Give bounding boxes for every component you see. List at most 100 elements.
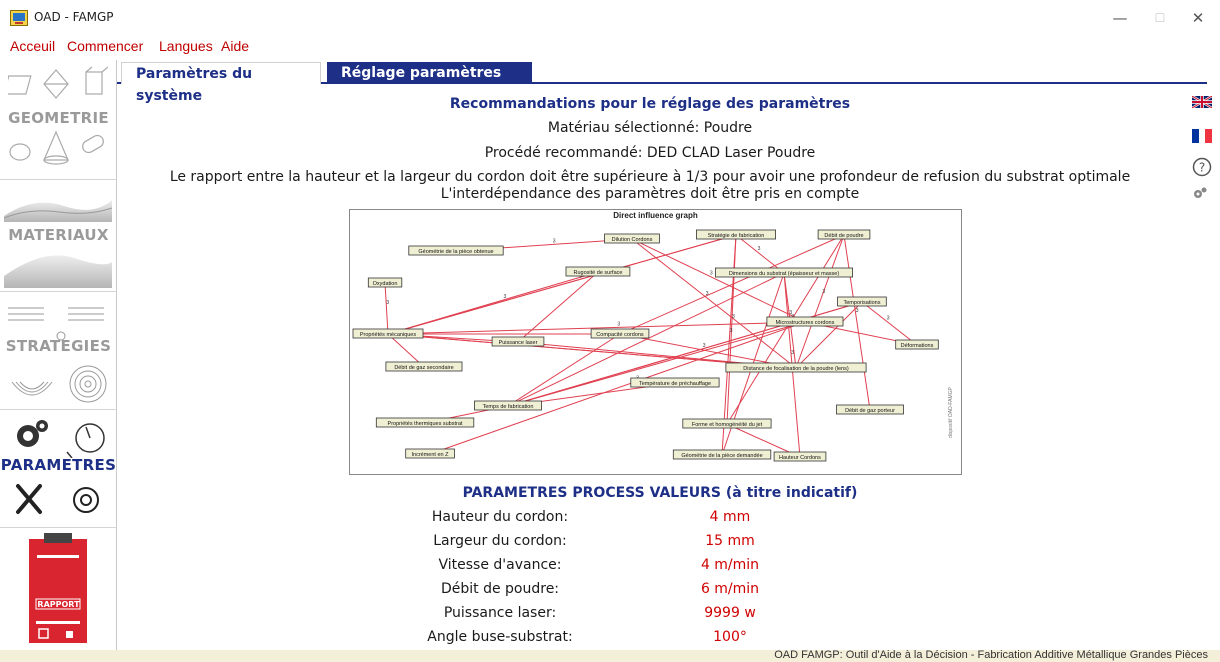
graph-node-label: Géométrie de la pièce obtenue	[418, 249, 493, 255]
graph-node: Forme et homogénéité du jet	[682, 418, 772, 429]
graph-edge	[631, 238, 797, 369]
gear-gauge-icon	[17, 420, 105, 458]
param-value-angle: 100°	[713, 629, 747, 645]
graph-node: Temps de fabrication	[474, 400, 542, 411]
graph-node-label: Distance de focalisation de la poudre (l…	[743, 366, 849, 372]
tab-parametres-systeme[interactable]: Paramètres du système	[121, 62, 321, 104]
graph-node-label: Débit de gaz porteur	[845, 408, 895, 414]
graph-edge-weight: 3	[617, 321, 620, 327]
close-button[interactable]: ✕	[1183, 6, 1213, 30]
graph-node-label: Propriétés mécaniques	[360, 332, 417, 338]
tab-reglage-parametres[interactable]: Réglage paramètres	[327, 62, 532, 84]
graph-edge-weight: 3	[703, 343, 706, 349]
graph-node-label: Dimensions du substrat (épaisseur et mas…	[729, 271, 840, 277]
graph-node: Microstructures cordons	[766, 316, 844, 327]
graph-node-label: Oxydation	[373, 281, 398, 287]
menu-item-accueil[interactable]: Acceuil	[10, 38, 55, 54]
graph-node: Débit de gaz porteur	[836, 404, 904, 415]
france-flag-icon[interactable]	[1192, 129, 1212, 143]
process-line: Procédé recommandé: DED CLAD Laser Poudr…	[484, 145, 816, 161]
graph-canvas: 333333333333333333Géométrie de la pièce …	[352, 229, 939, 462]
app-window: OAD - FAMGP — ☐ ✕ Acceuil Commencer Lang…	[0, 0, 1220, 662]
param-label-angle: Angle buse-substrat:	[427, 629, 573, 645]
graph-edge	[861, 301, 918, 346]
graph-node-label: Propriétés thermiques substrat	[388, 421, 463, 427]
graph-node: Propriétés mécaniques	[352, 328, 424, 339]
graph-edge-weight: 3	[887, 315, 890, 321]
graph-node: Rugosité de surface	[565, 266, 631, 277]
graph-node: Puissance laser	[491, 336, 545, 347]
graph-node-label: Temporisations	[844, 300, 881, 306]
graph-node-label: Temps de fabrication	[483, 404, 534, 410]
graph-edge-weight: 3	[504, 294, 507, 300]
graph-node: Débit de poudre	[817, 229, 871, 240]
graph-edge-weight: 3	[791, 350, 794, 356]
help-icon[interactable]: ?	[1192, 157, 1212, 177]
param-label-puissance: Puissance laser:	[443, 605, 557, 621]
param-value-largeur: 15 mm	[705, 533, 755, 549]
material-line: Matériau sélectionné: Poudre	[547, 120, 753, 136]
param-label-hauteur: Hauteur du cordon:	[431, 509, 569, 525]
graph-edge-weight: 3	[553, 238, 556, 244]
graph-node-label: Rugosité de surface	[574, 270, 623, 276]
graph-node: Distance de focalisation de la poudre (l…	[725, 362, 867, 373]
menu-item-aide[interactable]: Aide	[221, 38, 249, 54]
sidebar-label-materiaux: MATERIAUX	[8, 226, 109, 244]
graph-node: Incrément en Z	[405, 448, 455, 459]
graph-node-label: Déformations	[901, 343, 934, 349]
sidebar-item-strategies[interactable]: STRATEGIES	[0, 292, 117, 410]
graph-node-label: Microstructures cordons	[776, 320, 835, 326]
sidebar-item-geometrie[interactable]: GEOMETRIE	[0, 60, 117, 180]
graph-node: Déformations	[895, 339, 939, 350]
graph-side-text: dispositif OAD-FAMGP	[948, 387, 954, 438]
graph-node: Compacité cordons	[590, 328, 650, 339]
graph-edge-weight: 3	[758, 246, 761, 252]
sidebar-label-rapport: RAPPORT	[37, 600, 80, 609]
tools-settings-icon	[16, 484, 99, 514]
sidebar-label-geometrie: GEOMETRIE	[8, 109, 109, 127]
graph-node: Temporisations	[837, 296, 887, 307]
param-value-vitesse: 4 m/min	[700, 557, 760, 573]
param-label-vitesse: Vitesse d'avance:	[438, 557, 562, 573]
menu-item-langues[interactable]: Langues	[159, 38, 213, 54]
param-label-debit: Débit de poudre:	[440, 581, 560, 597]
graph-edge	[631, 238, 806, 323]
maximize-button[interactable]: ☐	[1145, 6, 1175, 30]
graph-edge-weight: 3	[822, 289, 825, 295]
graph-edge-weight: 3	[710, 270, 713, 276]
sidebar-item-rapport[interactable]: RAPPORT	[0, 528, 117, 650]
graph-node-label: Débit de gaz secondaire	[394, 365, 453, 371]
graph-node: Hauteur Cordons	[773, 451, 827, 462]
influence-graph: Direct influence graph 33333333333333333…	[349, 209, 962, 475]
sidebar-item-materiaux[interactable]: MATERIAUX	[0, 180, 117, 292]
ratio-note: Le rapport entre la hauteur et la largeu…	[169, 169, 1131, 185]
param-value-debit: 6 m/min	[700, 581, 760, 597]
recommendations-title: Recommandations pour le réglage des para…	[449, 96, 851, 112]
graph-edge-weight: 3	[789, 310, 792, 316]
graph-node: Débit de gaz secondaire	[385, 361, 463, 372]
graph-edge	[735, 234, 785, 274]
sidebar-label-strategies: STRATEGIES	[5, 337, 112, 355]
uk-flag-icon[interactable]	[1192, 96, 1212, 108]
title-bar: OAD - FAMGP — ☐ ✕	[0, 0, 1220, 36]
menu-item-commencer[interactable]: Commencer	[67, 38, 143, 54]
window-title: OAD - FAMGP	[34, 10, 114, 24]
graph-edge	[517, 271, 599, 343]
graph-node-label: Dilution Cordons	[612, 237, 653, 243]
graph-node: Stratégie de fabrication	[695, 229, 776, 240]
graph-node-label: Débit de poudre	[824, 233, 863, 239]
graph-edge-weight: 3	[730, 328, 733, 334]
minimize-button[interactable]: —	[1105, 6, 1135, 30]
graph-edge-weight: 3	[706, 291, 709, 297]
gear-cog-icon[interactable]	[1192, 186, 1208, 200]
graph-node-label: Géométrie de la pièce demandée	[681, 453, 762, 459]
graph-node: Dimensions du substrat (épaisseur et mas…	[714, 267, 853, 278]
graph-node: Propriétés thermiques substrat	[375, 417, 475, 428]
process-params-title: PARAMETRES PROCESS VALEURS (à titre indi…	[462, 485, 858, 501]
sidebar-item-parametres[interactable]: PARAMETRES	[0, 410, 117, 528]
tab-bar: Paramètres du système Réglage paramètres	[117, 62, 1207, 104]
sidebar: GEOMETRIE MATERIAUX STRATEGIES PARAMETRE…	[0, 60, 117, 650]
graph-node: Géométrie de la pièce demandée	[672, 449, 772, 460]
param-label-largeur: Largeur du cordon:	[433, 533, 567, 549]
graph-node: Dilution Cordons	[604, 233, 660, 244]
